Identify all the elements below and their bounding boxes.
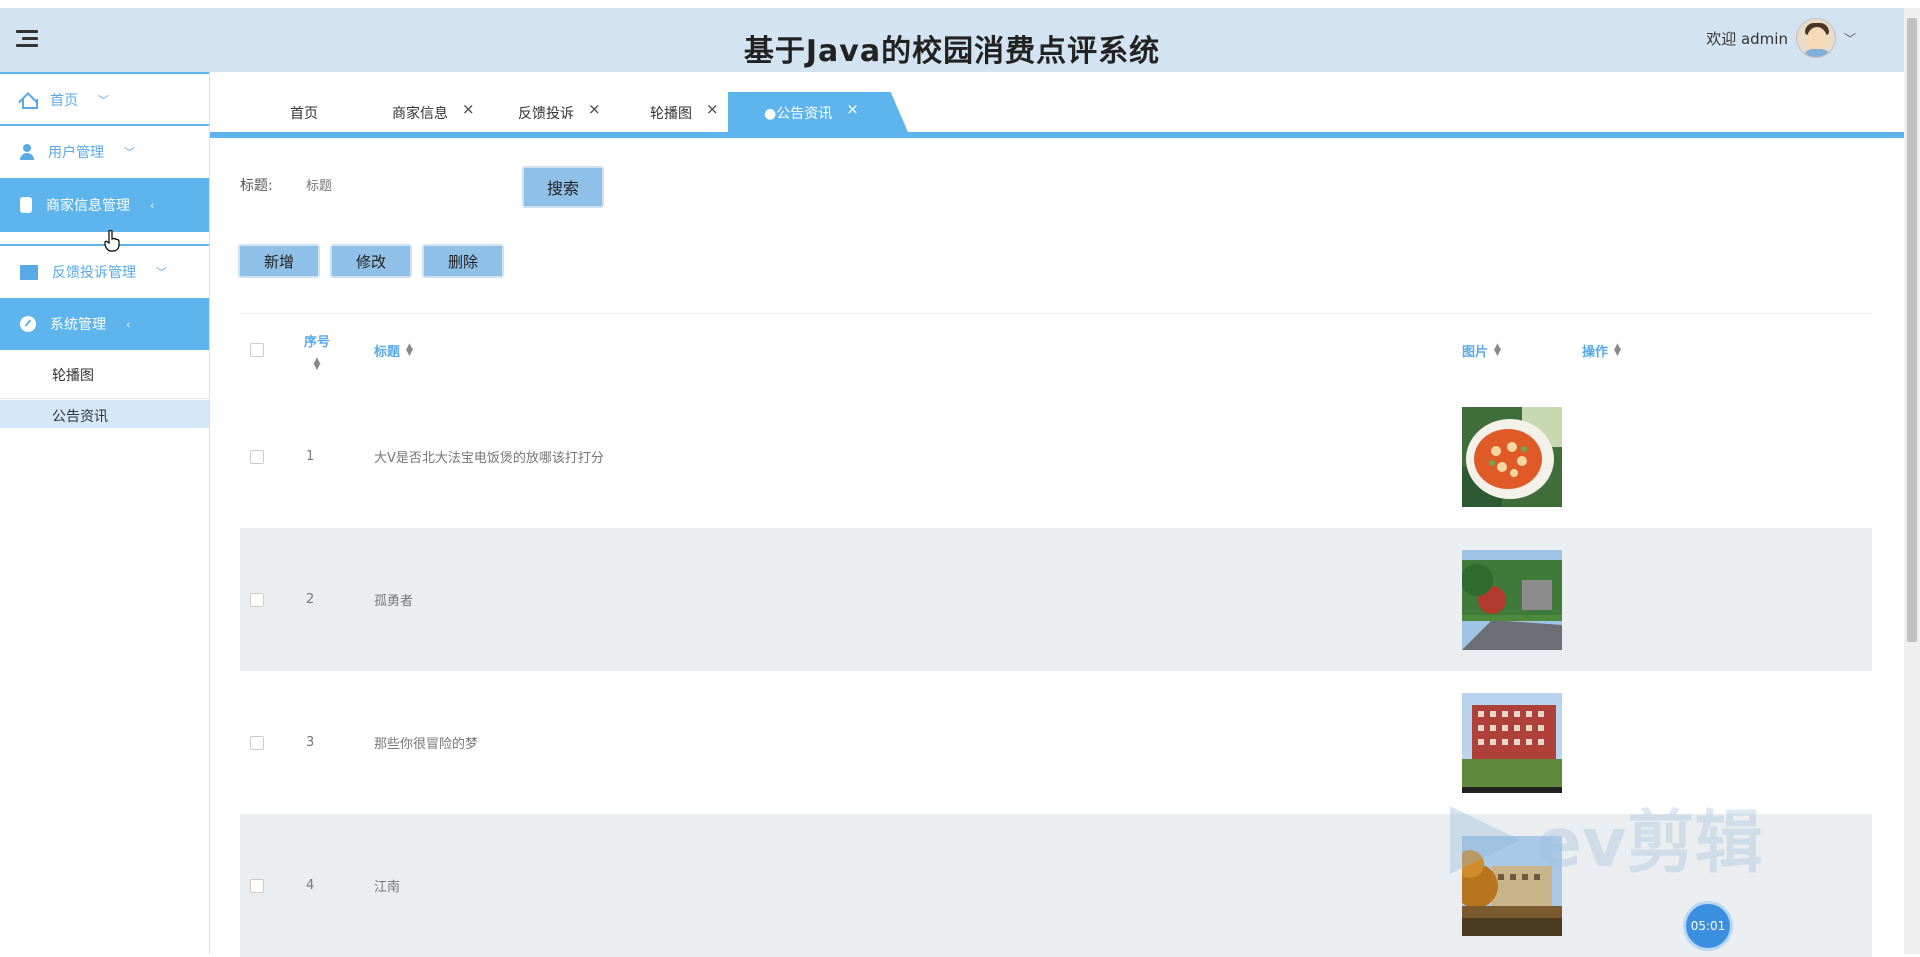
row-checkbox[interactable]: [250, 449, 264, 464]
food-photo[interactable]: [1462, 406, 1562, 507]
app-title: 基于Java的校园消费点评系统: [743, 34, 1161, 69]
table-row[interactable]: 2 孤勇者: [240, 528, 1872, 671]
tab-label: 商家信息: [392, 106, 448, 122]
table-header: 序号 ▲ ▼ 标题 ▲ ▼ 图片 ▲ ▼ 操作 ▲ ▼: [240, 313, 1872, 385]
sidebar-item-label: 首页: [50, 93, 78, 109]
user-icon: [20, 144, 34, 160]
row-title: 江南: [374, 880, 401, 895]
sidebar-item-home[interactable]: 首页 ﹀: [0, 74, 209, 126]
tab-merchants[interactable]: 商家信息 ×: [392, 92, 475, 134]
sort-icon[interactable]: ▲ ▼: [1494, 343, 1501, 358]
red-building-photo[interactable]: [1462, 692, 1562, 793]
chevron-down-icon: ﹀: [156, 266, 167, 279]
search-bar: 标题:: [240, 168, 506, 202]
search-input[interactable]: [306, 168, 506, 202]
sidebar-subitem-carousel[interactable]: 轮播图: [0, 350, 209, 400]
tab-home[interactable]: 首页: [290, 92, 318, 134]
tab-label: 首页: [290, 106, 318, 122]
close-icon[interactable]: ×: [462, 100, 475, 118]
search-button[interactable]: 搜索: [522, 166, 604, 208]
sidebar-item-merchants[interactable]: 商家信息管理 ‹: [0, 178, 209, 232]
tab-carousel[interactable]: 轮播图 ×: [650, 92, 719, 134]
select-all-checkbox[interactable]: [250, 343, 264, 357]
column-header-image[interactable]: 图片 ▲ ▼: [1462, 314, 1501, 386]
sidebar-item-users[interactable]: 用户管理 ﹀: [0, 126, 209, 178]
row-title: 孤勇者: [374, 594, 414, 609]
campus-road-photo[interactable]: [1462, 549, 1562, 650]
sidebar-item-label: 商家信息管理: [46, 198, 130, 214]
row-title: 那些你很冒险的梦: [374, 737, 479, 752]
chevron-down-icon: ﹀: [98, 94, 109, 107]
tab-label: 轮播图: [650, 106, 692, 122]
row-checkbox[interactable]: [250, 735, 264, 750]
search-label: 标题:: [240, 178, 273, 194]
chevron-down-icon: ﹀: [124, 146, 135, 159]
hand-cursor-icon: [104, 230, 120, 252]
watermark-logo: ev剪辑: [1450, 804, 1762, 880]
sidebar-item-system[interactable]: 系统管理 ‹: [0, 298, 209, 350]
sort-icon[interactable]: ▲ ▼: [1614, 343, 1621, 358]
svg-text:ev剪辑: ev剪辑: [1536, 804, 1762, 880]
row-checkbox[interactable]: [250, 878, 264, 893]
tab-bar: 首页 商家信息 × 反馈投诉 × 轮播图 × ●公告资讯 ×: [210, 92, 1904, 134]
tab-feedback[interactable]: 反馈投诉 ×: [518, 92, 601, 134]
column-label: 序号: [304, 334, 331, 350]
edit-button[interactable]: 修改: [330, 244, 412, 278]
column-label: 操作: [1582, 344, 1609, 360]
dashboard-icon: [20, 316, 36, 332]
book-icon: [20, 264, 38, 280]
shop-icon: [20, 197, 32, 213]
tab-label: 反馈投诉: [518, 106, 574, 122]
tab-label: ●公告资讯: [764, 106, 833, 122]
sort-icon[interactable]: ▲ ▼: [314, 356, 321, 371]
row-title: 大V是否北大法宝电饭煲的放哪该打打分: [374, 451, 604, 466]
row-index: 4: [306, 878, 315, 893]
home-icon: [20, 93, 38, 109]
sidebar: 首页 ﹀ 用户管理 ﹀ 商家信息管理 ‹ 反馈投诉管理 ﹀ 系统管理 ‹ 轮播图 公告资讯: [0, 72, 210, 954]
sort-icon[interactable]: ▲ ▼: [406, 343, 413, 358]
avatar[interactable]: [1795, 18, 1836, 58]
sidebar-subitem-notices[interactable]: 公告资讯: [0, 400, 209, 428]
table-row[interactable]: 3 那些你很冒险的梦: [240, 671, 1872, 814]
close-icon[interactable]: ×: [846, 100, 859, 118]
sidebar-item-label: 用户管理: [48, 145, 104, 161]
app-header: 基于Java的校园消费点评系统 欢迎 admin ﹀: [0, 8, 1904, 72]
close-icon[interactable]: ×: [588, 100, 601, 118]
sidebar-item-feedback[interactable]: 反馈投诉管理 ﹀: [0, 246, 209, 298]
page-scrollbar[interactable]: [1904, 8, 1920, 954]
select-all-cell: [250, 314, 264, 386]
user-menu[interactable]: 欢迎 admin ﹀: [1706, 18, 1856, 58]
sidebar-item-label: 系统管理: [50, 317, 106, 333]
row-index: 2: [306, 592, 315, 607]
recording-timer[interactable]: 05:01: [1686, 904, 1730, 948]
column-label: 图片: [1462, 344, 1489, 360]
scrollbar-thumb[interactable]: [1907, 18, 1917, 642]
sidebar-divider: [0, 398, 209, 399]
tab-underline: [210, 132, 1904, 138]
delete-button[interactable]: 删除: [422, 244, 504, 278]
column-label: 标题: [374, 344, 401, 360]
welcome-text: 欢迎 admin: [1706, 29, 1788, 48]
column-header-title[interactable]: 标题 ▲ ▼: [374, 314, 413, 386]
chevron-left-icon: ‹: [126, 317, 131, 331]
row-index: 3: [306, 735, 315, 750]
close-icon[interactable]: ×: [706, 100, 719, 118]
chevron-left-icon: ‹: [150, 198, 155, 212]
tab-notices[interactable]: ●公告资讯 ×: [728, 92, 909, 134]
sidebar-subitem-label: 轮播图: [52, 368, 94, 384]
row-checkbox[interactable]: [250, 592, 264, 607]
action-toolbar: 新增 修改 删除: [238, 244, 504, 278]
top-strip: [0, 0, 1920, 8]
row-index: 1: [306, 449, 315, 464]
column-header-index[interactable]: 序号 ▲ ▼: [304, 314, 330, 386]
sidebar-item-label: 反馈投诉管理: [52, 265, 136, 281]
add-button[interactable]: 新增: [238, 244, 320, 278]
column-header-ops[interactable]: 操作 ▲ ▼: [1582, 314, 1621, 386]
chevron-down-icon[interactable]: ﹀: [1844, 30, 1856, 47]
sidebar-subitem-label: 公告资讯: [52, 409, 108, 425]
table-row[interactable]: 1 大V是否北大法宝电饭煲的放哪该打打分: [240, 385, 1872, 528]
